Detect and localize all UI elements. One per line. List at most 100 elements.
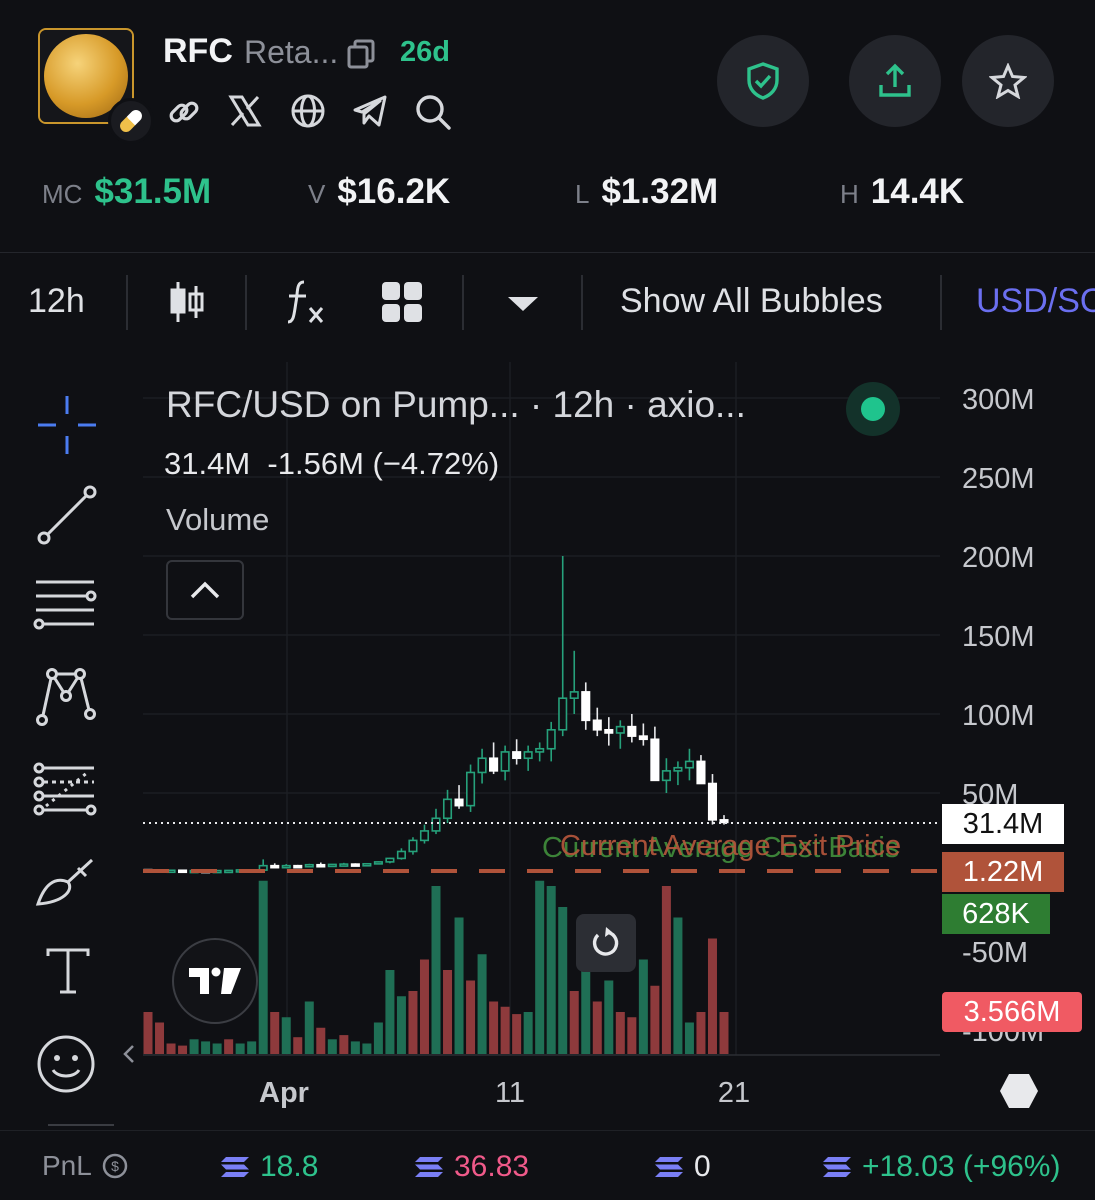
candle-body	[270, 864, 280, 869]
volume-bar	[166, 1043, 176, 1054]
volume-bar	[443, 970, 453, 1054]
volume-bar	[558, 907, 568, 1054]
tradingview-logo[interactable]	[172, 938, 258, 1024]
pnl-label-text: PnL	[42, 1150, 92, 1181]
volume-bar	[650, 985, 660, 1054]
volume-bar	[373, 1022, 383, 1054]
volume-bar	[270, 1012, 280, 1054]
volume-bar	[604, 980, 614, 1054]
volume-bar	[350, 1041, 360, 1054]
volume-bar	[201, 1041, 211, 1054]
candle-body	[408, 839, 418, 853]
solana-icon	[415, 1157, 443, 1177]
volume-bar	[224, 1039, 234, 1054]
candle-body	[362, 862, 372, 867]
y-axis-tick-label: -50M	[962, 937, 1028, 969]
volume-bar	[615, 1012, 625, 1054]
candle-body	[339, 863, 349, 867]
candle-body	[569, 691, 579, 700]
reset-chart-button[interactable]	[576, 914, 636, 972]
candle-body	[650, 738, 660, 782]
y-axis-tick-label: 200M	[962, 542, 1035, 574]
candle-body	[627, 725, 637, 737]
volume-bar	[477, 954, 487, 1054]
volume-bar	[293, 1037, 303, 1054]
price-chart[interactable]: 300M250M200M150M100M50M-50M-100MApr 11 21	[0, 0, 1095, 1140]
volume-bar	[304, 1001, 314, 1054]
volume-bar	[719, 1012, 729, 1054]
candle-body	[385, 857, 395, 863]
pnl-total-value: +18.03 (+96%)	[862, 1150, 1061, 1183]
volume-legend-label: Volume	[166, 502, 270, 537]
candle-body	[696, 760, 706, 785]
volume-bar	[385, 970, 395, 1054]
live-status-indicator	[846, 382, 900, 436]
tradingview-icon	[189, 967, 241, 994]
x-axis-tick-label: Apr	[259, 1077, 309, 1109]
volume-bar	[638, 959, 648, 1054]
sold-value: 36.83	[454, 1150, 530, 1183]
avg-exit-price-label: Current Average Exit Price	[560, 830, 902, 862]
ohlc-change: -1.56M (−4.72%)	[267, 446, 500, 481]
volume-bar	[535, 880, 545, 1054]
volume-bar	[327, 1039, 337, 1054]
pnl-total: +18.03 (+96%)	[822, 1150, 1060, 1184]
candle-body	[327, 863, 337, 868]
chart-symbol-title: RFC/USD on Pump... · 12h · axio...	[166, 384, 746, 425]
volume-bar	[339, 1035, 349, 1054]
candle-body	[558, 697, 568, 731]
volume-bar	[258, 880, 268, 1054]
volume-bar	[155, 1022, 165, 1054]
pnl-label: PnL $	[42, 1150, 128, 1182]
candle-body	[178, 869, 188, 874]
candle-body	[684, 760, 694, 769]
volume-bar	[178, 1045, 188, 1054]
volume-bar	[396, 996, 406, 1054]
volume-bar	[454, 917, 464, 1054]
x-axis-tick-label: 11	[495, 1077, 525, 1109]
candle-body	[489, 757, 499, 772]
candle-body	[500, 751, 510, 772]
svg-text:$: $	[111, 1158, 119, 1174]
candle-body	[661, 770, 671, 782]
candle-body	[592, 719, 602, 731]
collapse-legend-button[interactable]	[166, 560, 244, 620]
volume-bar	[362, 1043, 372, 1054]
reset-rotate-icon	[592, 927, 619, 956]
volume-bar	[189, 1039, 199, 1054]
volume-bar	[523, 1012, 533, 1054]
pnl-sold: 36.83	[414, 1150, 529, 1184]
volume-bar	[247, 1041, 257, 1054]
ohlc-close: 31.4M	[164, 446, 251, 481]
candle-body	[396, 850, 406, 860]
candle-body	[615, 725, 625, 734]
y-axis-tick-label: 100M	[962, 700, 1035, 732]
volume-bar	[684, 1022, 694, 1054]
volume-bar	[466, 980, 476, 1054]
volume-bar	[143, 1012, 153, 1054]
candle-body	[350, 863, 360, 867]
solana-icon	[655, 1157, 683, 1177]
candle-body	[604, 728, 614, 734]
volume-bar	[592, 1001, 602, 1054]
current-price-tag: 31.4M	[942, 804, 1064, 844]
volume-bar	[627, 1017, 637, 1054]
avg-exit-price-tag: 1.22M	[942, 852, 1064, 892]
candle-body	[281, 864, 291, 869]
candle-body	[293, 864, 303, 869]
x-axis-tick-label: 21	[718, 1077, 750, 1109]
bought-value: 18.8	[260, 1150, 319, 1183]
candle-body	[535, 747, 545, 753]
chart-settings-hexagon-icon[interactable]	[998, 1072, 1040, 1110]
pnl-currency-icon[interactable]: $	[102, 1153, 128, 1179]
candle-body	[316, 863, 326, 868]
candle-body	[431, 817, 441, 832]
chevron-up-icon	[190, 581, 220, 599]
volume-bar	[500, 1006, 510, 1054]
solana-icon	[823, 1157, 851, 1177]
volume-value-tag: 3.566M	[942, 992, 1082, 1032]
volume-bar	[419, 959, 429, 1054]
divider	[0, 1130, 1095, 1131]
volume-bar	[281, 1017, 291, 1054]
avg-cost-basis-tag: 628K	[942, 894, 1050, 934]
